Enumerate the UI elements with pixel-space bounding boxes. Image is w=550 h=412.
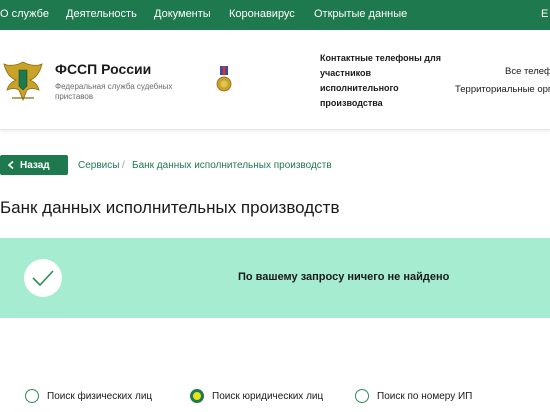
radio-label: Поиск по номеру ИП xyxy=(377,390,473,402)
search-result-panel: По вашему запросу ничего не найдено xyxy=(0,238,550,318)
chevron-left-icon xyxy=(8,161,14,169)
nav-item-partial[interactable]: E xyxy=(541,8,548,20)
back-button[interactable]: Назад xyxy=(0,155,68,175)
org-subtitle: Федеральная служба судебных приставов xyxy=(55,82,173,101)
nav-item-about[interactable]: О службе xyxy=(0,8,49,20)
nav-item-documents[interactable]: Документы xyxy=(154,8,211,20)
radio-button-selected[interactable] xyxy=(190,389,204,403)
radio-search-individuals[interactable]: Поиск физических лиц xyxy=(25,388,152,404)
breadcrumb-item-current[interactable]: Банк данных исполнительных производств xyxy=(132,160,332,171)
back-button-label: Назад xyxy=(20,159,50,171)
org-title[interactable]: ФССП России xyxy=(55,61,151,77)
success-check-icon xyxy=(24,259,62,297)
top-navigation: О службе Деятельность Документы Коронави… xyxy=(0,0,550,30)
no-results-message: По вашему запросу ничего не найдено xyxy=(238,271,450,283)
radio-label: Поиск физических лиц xyxy=(47,390,153,402)
nav-item-coronavirus[interactable]: Коронавирус xyxy=(229,8,295,20)
breadcrumb-item-services[interactable]: Сервисы xyxy=(78,160,119,171)
page-title: Банк данных исполнительных производств xyxy=(0,198,340,217)
site-header: ФССП России Федеральная служба судебных … xyxy=(0,30,550,130)
radio-label: Поиск юридических лиц xyxy=(212,390,324,402)
all-phones-link[interactable]: Все телефо xyxy=(505,66,550,77)
nav-item-open-data[interactable]: Открытые данные xyxy=(314,8,407,20)
medal-icon xyxy=(216,66,232,92)
territorial-offices-link[interactable]: Территориальные орга xyxy=(455,84,550,95)
breadcrumb-separator: / xyxy=(122,160,125,171)
fssp-emblem-icon[interactable] xyxy=(2,56,44,106)
radio-search-by-ip-number[interactable]: Поиск по номеру ИП xyxy=(355,388,472,404)
nav-item-activity[interactable]: Деятельность xyxy=(66,8,137,20)
contacts-phones-link[interactable]: Контактные телефоны для участников испол… xyxy=(320,51,445,111)
radio-search-legal-entities[interactable]: Поиск юридических лиц xyxy=(190,388,323,404)
radio-button[interactable] xyxy=(355,389,369,403)
radio-button[interactable] xyxy=(25,389,39,403)
